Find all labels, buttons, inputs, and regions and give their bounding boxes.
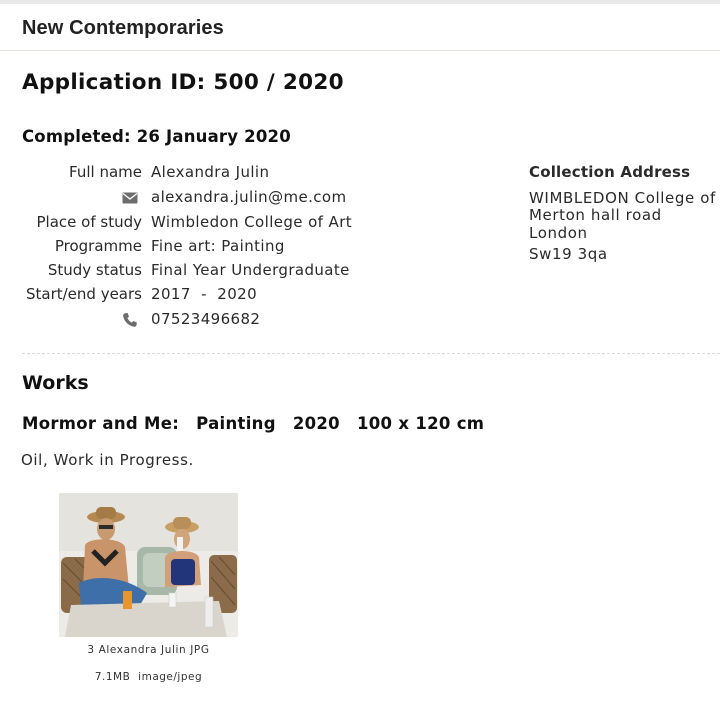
work-year: 2020 (292, 414, 340, 433)
full-name-value: Alexandra Julin (151, 163, 270, 181)
work-description: Oil, Work in Progress. (21, 451, 194, 469)
header-title: New Contemporaries (22, 17, 224, 39)
page-header: New Contemporaries (0, 4, 720, 51)
row-programme: Programme Fine art: Painting (0, 237, 520, 259)
address-line-3: London (529, 224, 588, 242)
row-place-of-study: Place of study Wimbledon College of Art (0, 213, 520, 235)
study-status-label: Study status (47, 261, 142, 279)
application-id: Application ID: 500 / 2020 (22, 70, 344, 95)
work-heading: Mormor and Me: Painting 2020 100 x 120 cm (22, 414, 501, 433)
email-link[interactable]: alexandra.julin@me.com (151, 188, 347, 206)
work-medium: Painting (196, 414, 276, 433)
address-line-4: Sw19 3qa (529, 245, 608, 263)
completed-date: Completed: 26 January 2020 (22, 127, 291, 146)
place-of-study-value: Wimbledon College of Art (151, 213, 353, 231)
start-end-value: 2017 - 2020 (151, 285, 258, 303)
phone-icon (122, 312, 138, 328)
artwork-thumbnail[interactable] (59, 493, 238, 637)
study-status-value: Final Year Undergraduate (151, 261, 350, 279)
row-full-name: Full name Alexandra Julin (0, 163, 520, 185)
collection-address-title: Collection Address (529, 163, 691, 181)
row-study-status: Study status Final Year Undergraduate (0, 261, 520, 283)
envelope-icon (122, 190, 138, 206)
file-name[interactable]: 3 Alexandra Julin JPG (59, 644, 238, 656)
section-divider (22, 353, 720, 354)
file-size: 7.1MB (94, 671, 131, 683)
file-meta: 7.1MB image/jpeg (59, 671, 238, 683)
start-end-label: Start/end years (25, 285, 142, 303)
phone-value: 07523496682 (151, 310, 261, 328)
work-size: 100 x 120 cm (356, 414, 485, 433)
work-title: Mormor and Me: (22, 414, 180, 433)
row-phone: 07523496682 (0, 310, 520, 332)
row-start-end: Start/end years 2017 - 2020 (0, 285, 520, 307)
address-line-2: Merton hall road (529, 206, 662, 224)
address-line-1: WIMBLEDON College of (529, 189, 716, 207)
file-type: image/jpeg (138, 671, 203, 683)
programme-label: Programme (54, 237, 142, 255)
works-section-title: Works (22, 372, 89, 394)
programme-value: Fine art: Painting (151, 237, 285, 255)
place-of-study-label: Place of study (36, 213, 142, 231)
full-name-label: Full name (69, 163, 142, 181)
row-email: alexandra.julin@me.com (0, 188, 520, 210)
